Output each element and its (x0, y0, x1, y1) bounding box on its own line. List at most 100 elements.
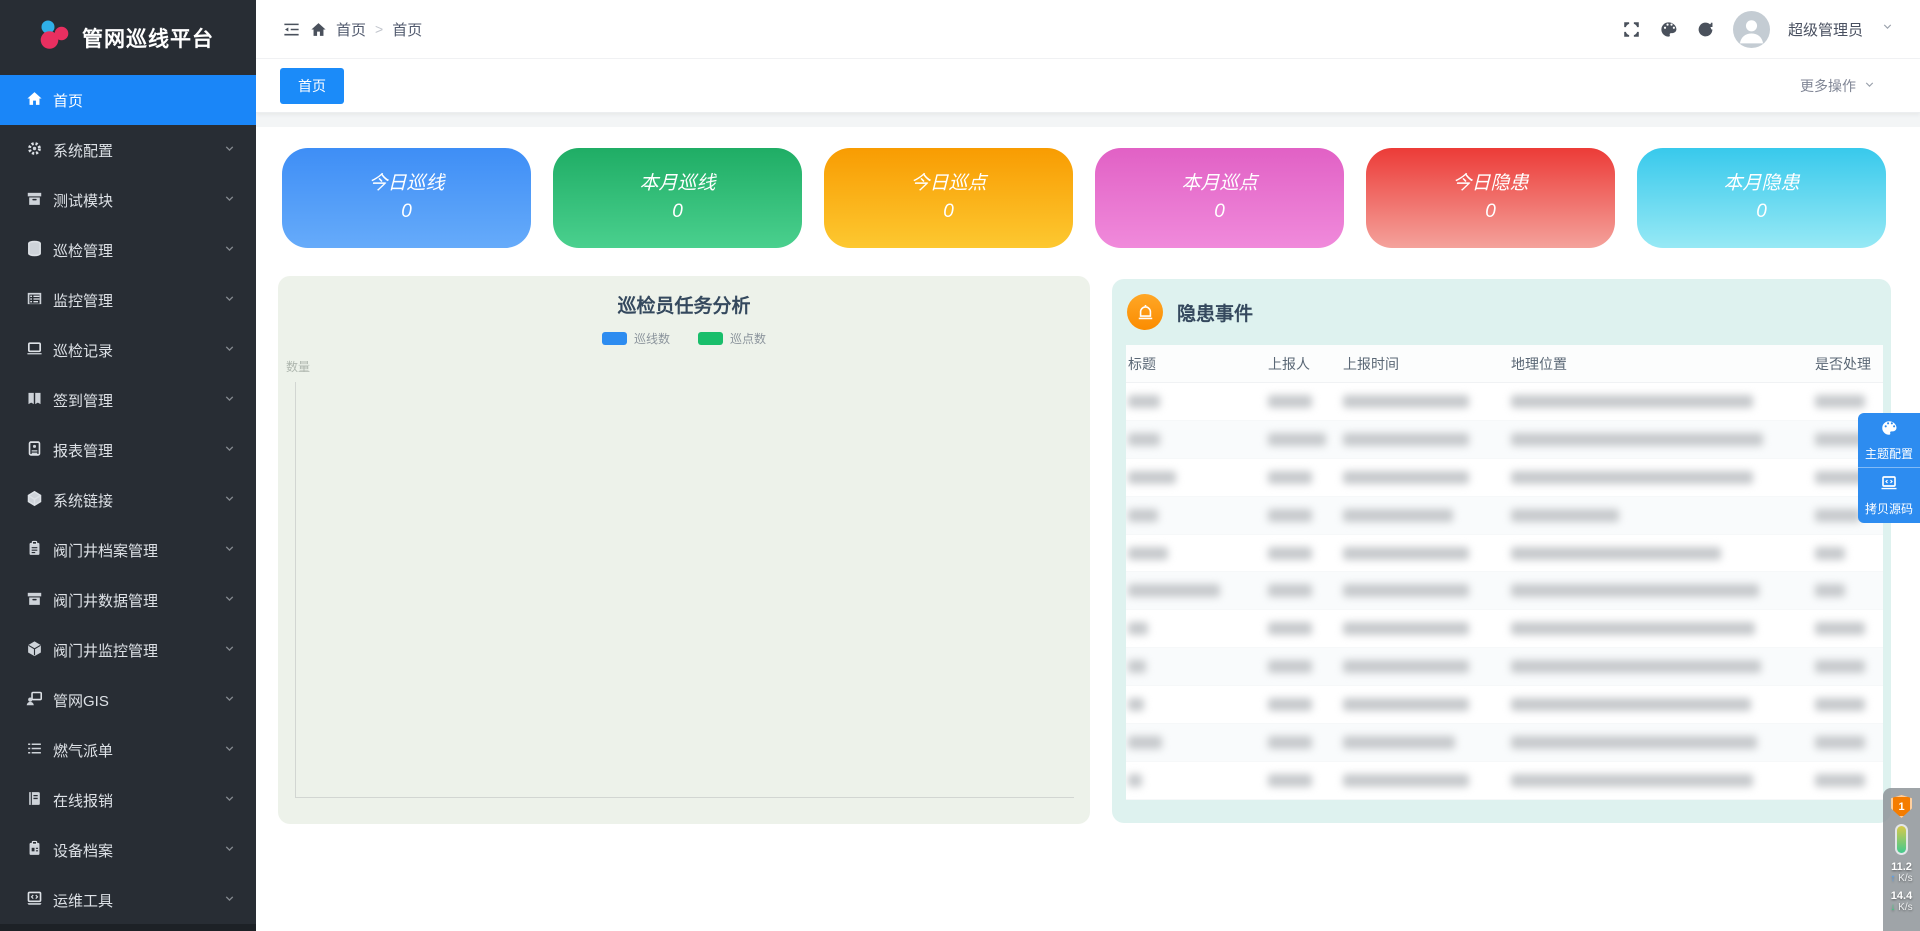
sidebar-item-10[interactable]: 阀门井数据管理 (0, 575, 256, 625)
redacted-cell (1343, 774, 1511, 787)
network-monitor-widget[interactable]: 1 11.2 ↑ K/s 14.4 ↓ K/s (1883, 788, 1920, 931)
redacted-cell (1511, 547, 1815, 560)
home-icon[interactable] (310, 21, 327, 38)
stat-card-0[interactable]: 今日巡线0 (282, 148, 531, 248)
laptop-icon (26, 340, 43, 361)
sidebar-item-6[interactable]: 签到管理 (0, 375, 256, 425)
stat-card-3[interactable]: 本月巡点0 (1095, 148, 1344, 248)
breadcrumb-current: 首页 (392, 19, 422, 40)
chevron-down-icon[interactable] (1881, 20, 1894, 38)
sidebar-item-label: 巡检管理 (53, 240, 113, 261)
sidebar-item-label: 阀门井监控管理 (53, 640, 158, 661)
legend-swatch (602, 332, 627, 345)
stat-card-label: 今日巡点 (910, 170, 986, 199)
table-row[interactable] (1126, 686, 1883, 724)
down-arrow-icon: ↓ (1890, 902, 1895, 913)
table-row[interactable] (1126, 459, 1883, 497)
device-icon (26, 840, 43, 861)
chevron-down-icon (223, 642, 236, 659)
sidebar-item-7[interactable]: 报表管理 (0, 425, 256, 475)
user-name[interactable]: 超级管理员 (1788, 19, 1863, 40)
legend-item-0[interactable]: 巡线数 (602, 330, 670, 347)
stat-card-2[interactable]: 今日巡点0 (824, 148, 1073, 248)
more-operations-button[interactable]: 更多操作 (1800, 76, 1896, 96)
sidebar-item-3[interactable]: 巡检管理 (0, 225, 256, 275)
sidebar-item-label: 设备档案 (53, 840, 113, 861)
archive-icon (26, 190, 43, 211)
stat-card-value: 0 (943, 198, 954, 227)
sidebar-item-5[interactable]: 巡检记录 (0, 325, 256, 375)
archive-icon (26, 590, 43, 611)
redacted-cell (1128, 660, 1268, 673)
hazard-events-table: 标题上报人上报时间地理位置是否处理 (1126, 345, 1883, 800)
redacted-cell (1268, 584, 1343, 597)
breadcrumb-root[interactable]: 首页 (336, 19, 366, 40)
legend-label: 巡点数 (730, 330, 766, 347)
tab-home[interactable]: 首页 (280, 68, 344, 104)
sidebar-item-8[interactable]: 系统链接 (0, 475, 256, 525)
sidebar-item-15[interactable]: 设备档案 (0, 825, 256, 875)
up-arrow-icon: ↑ (1890, 873, 1895, 884)
stat-card-value: 0 (1214, 198, 1225, 227)
chart-y-axis-label: 数量 (286, 358, 310, 375)
redacted-cell (1511, 698, 1815, 711)
palette-icon (1880, 419, 1898, 440)
redacted-cell (1128, 509, 1268, 522)
chevron-down-icon (223, 492, 236, 509)
redacted-cell (1343, 471, 1511, 484)
theme-config-button[interactable]: 主题配置 (1858, 413, 1920, 468)
content-divider (256, 113, 1920, 127)
copy-source-button[interactable]: 拷贝源码 (1858, 468, 1920, 523)
task-analysis-chart-panel: 巡检员任务分析 巡线数巡点数 数量 (278, 276, 1090, 824)
book-icon (26, 390, 43, 411)
table-row[interactable] (1126, 572, 1883, 610)
sidebar-item-2[interactable]: 测试模块 (0, 175, 256, 225)
chevron-down-icon (223, 392, 236, 409)
sidebar-item-11[interactable]: 阀门井监控管理 (0, 625, 256, 675)
table-row[interactable] (1126, 762, 1883, 800)
breadcrumb: 首页 > 首页 (282, 19, 422, 40)
home-icon (26, 90, 43, 111)
menu-outdent-icon[interactable] (282, 20, 301, 39)
redacted-cell (1343, 698, 1511, 711)
chevron-down-icon (1863, 78, 1876, 94)
sidebar-menu: 首页 系统配置 测试模块 巡检管理 监控管理 巡检记录 签到管理 报表管理 系统… (0, 75, 256, 925)
fullscreen-icon[interactable] (1622, 20, 1641, 39)
redacted-cell (1343, 660, 1511, 673)
stat-card-label: 本月巡点 (1181, 170, 1257, 199)
redacted-cell (1268, 433, 1343, 446)
sidebar-item-9[interactable]: 阀门井档案管理 (0, 525, 256, 575)
table-row[interactable] (1126, 421, 1883, 459)
table-row[interactable] (1126, 724, 1883, 762)
sidebar-item-14[interactable]: 在线报销 (0, 775, 256, 825)
redacted-cell (1128, 471, 1268, 484)
chevron-down-icon (223, 792, 236, 809)
floating-button-label: 拷贝源码 (1865, 500, 1913, 517)
sidebar-item-13[interactable]: 燃气派单 (0, 725, 256, 775)
sidebar-item-16[interactable]: 运维工具 (0, 875, 256, 925)
palette-icon[interactable] (1659, 20, 1678, 39)
sidebar-item-0[interactable]: 首页 (0, 75, 256, 125)
floating-button-label: 主题配置 (1865, 445, 1913, 462)
user-avatar[interactable] (1733, 11, 1770, 48)
redacted-cell (1343, 509, 1511, 522)
redacted-cell (1511, 433, 1815, 446)
redacted-cell (1268, 660, 1343, 673)
legend-item-1[interactable]: 巡点数 (698, 330, 766, 347)
stat-card-5[interactable]: 本月隐患0 (1637, 148, 1886, 248)
table-row[interactable] (1126, 648, 1883, 686)
stat-card-4[interactable]: 今日隐患0 (1366, 148, 1615, 248)
redacted-cell (1815, 774, 1879, 787)
sidebar-item-4[interactable]: 监控管理 (0, 275, 256, 325)
sidebar-item-12[interactable]: 管网GIS (0, 675, 256, 725)
refresh-icon[interactable] (1696, 20, 1715, 39)
table-row[interactable] (1126, 383, 1883, 421)
table-row[interactable] (1126, 497, 1883, 535)
table-row[interactable] (1126, 610, 1883, 648)
breadcrumb-separator: > (375, 21, 383, 37)
sidebar-item-1[interactable]: 系统配置 (0, 125, 256, 175)
table-row[interactable] (1126, 535, 1883, 573)
stat-card-1[interactable]: 本月巡线0 (553, 148, 802, 248)
tools-icon (26, 890, 43, 911)
redacted-cell (1511, 584, 1815, 597)
